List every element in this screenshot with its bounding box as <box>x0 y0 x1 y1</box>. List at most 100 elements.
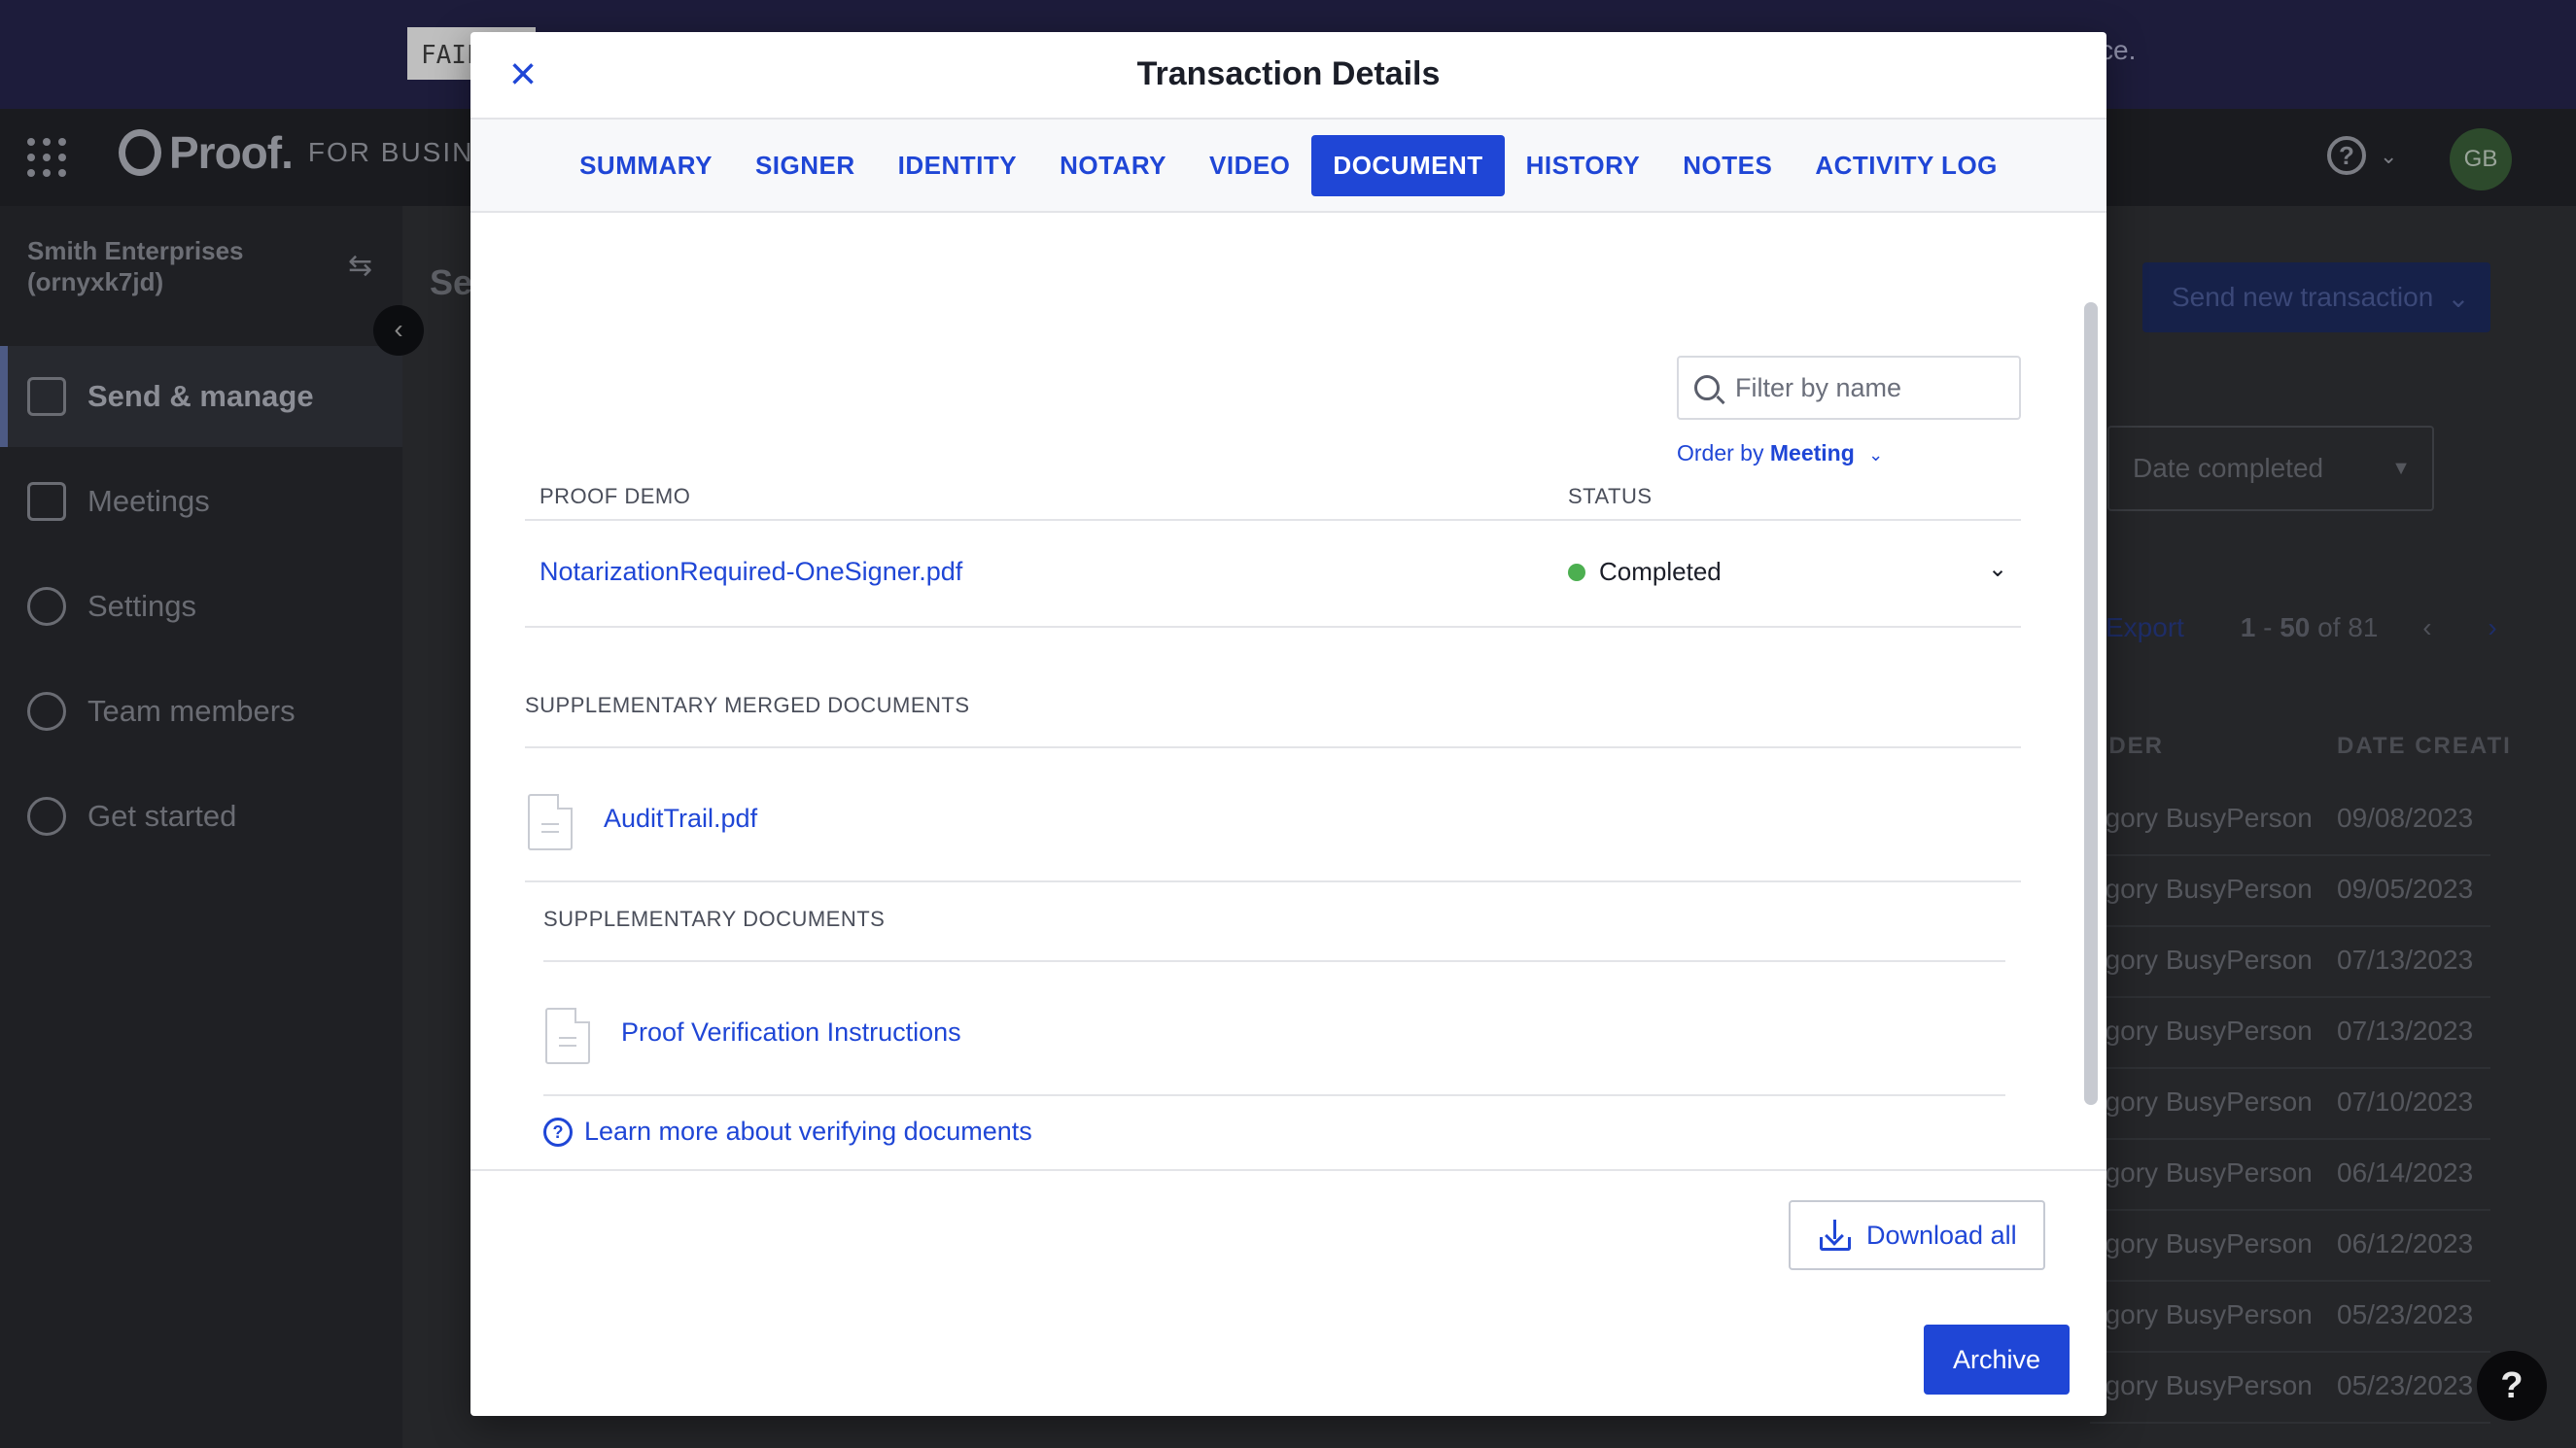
sidebar-item-get-started[interactable]: Get started <box>0 766 402 867</box>
sidebar: Smith Enterprises (ornyxk7jd) ⇆ Send & m… <box>0 206 402 1448</box>
tab-identity[interactable]: IDENTITY <box>877 135 1038 196</box>
caret-down-icon: ▼ <box>2391 457 2411 479</box>
rocket-icon <box>27 797 66 836</box>
tab-summary[interactable]: SUMMARY <box>558 135 734 196</box>
table-row[interactable]: egory BusyPerson 06/12/2023 <box>2090 1211 2490 1282</box>
modal-tabs: SUMMARY SIGNER IDENTITY NOTARY VIDEO DOC… <box>470 120 2106 213</box>
page-total: 81 <box>2348 612 2379 642</box>
table-row[interactable]: egory BusyPerson 05/23/2023 <box>2090 1282 2490 1353</box>
divider <box>525 519 2021 521</box>
table-row[interactable]: egory BusyPerson 07/13/2023 <box>2090 927 2490 998</box>
divider <box>525 880 2021 882</box>
sidebar-item-meetings[interactable]: Meetings <box>0 451 402 552</box>
table-row[interactable]: egory BusyPerson 07/13/2023 <box>2090 998 2490 1069</box>
supplementary-documents-label: SUPPLEMENTARY DOCUMENTS <box>543 907 886 931</box>
sidebar-item-send-manage[interactable]: Send & manage <box>0 346 402 447</box>
status-text: Completed <box>1599 557 1722 586</box>
table-row[interactable]: egory BusyPerson 05/23/2023 <box>2090 1353 2490 1424</box>
avatar[interactable]: GB <box>2450 128 2512 190</box>
switch-organization-icon[interactable]: ⇆ <box>348 249 372 283</box>
row-date: 05/23/2023 <box>2337 1299 2474 1329</box>
page-title: Se <box>430 262 473 302</box>
tab-video[interactable]: VIDEO <box>1188 135 1311 196</box>
collapse-sidebar-button[interactable]: ‹ <box>373 305 424 356</box>
send-new-label: Send new transaction <box>2172 282 2434 312</box>
sidebar-item-label: Team members <box>87 694 296 728</box>
table-row[interactable]: egory BusyPerson 06/14/2023 <box>2090 1140 2490 1211</box>
tab-document[interactable]: DOCUMENT <box>1311 134 1505 196</box>
download-all-button[interactable]: Download all <box>1789 1200 2045 1270</box>
sidebar-item-settings[interactable]: Settings <box>0 556 402 657</box>
help-icon[interactable]: ? <box>2327 136 2366 175</box>
filter-input[interactable] <box>1735 372 2007 403</box>
sidebar-item-team-members[interactable]: Team members <box>0 661 402 762</box>
verification-instructions-link[interactable]: Proof Verification Instructions <box>621 1017 961 1048</box>
search-icon <box>1694 375 1720 400</box>
learn-more-text: Learn more about verifying documents <box>584 1117 1032 1146</box>
sidebar-item-label: Meetings <box>87 484 210 518</box>
tab-notes[interactable]: NOTES <box>1661 135 1793 196</box>
row-date: 07/13/2023 <box>2337 945 2474 975</box>
supplementary-merged-label: SUPPLEMENTARY MERGED DOCUMENTS <box>525 693 970 717</box>
row-date: 09/05/2023 <box>2337 874 2474 904</box>
order-by-value: Meeting <box>1769 440 1855 465</box>
date-filter-select[interactable]: Date completed ▼ <box>2107 426 2434 511</box>
tab-notary[interactable]: NOTARY <box>1038 135 1188 196</box>
download-icon <box>1820 1220 1851 1251</box>
send-new-transaction-button[interactable]: Send new transaction ⌄ <box>2142 262 2490 332</box>
row-sender: egory BusyPerson <box>2090 1370 2313 1400</box>
organization-name: Smith Enterprises (ornyxk7jd) <box>27 236 244 296</box>
expand-row-chevron-icon[interactable]: ⌄ <box>1983 555 2012 584</box>
chevron-down-icon: ⌄ <box>1868 445 1884 465</box>
modal-footer: Download all Archive <box>470 1169 2106 1416</box>
filter-by-name-field[interactable] <box>1677 356 2021 420</box>
app-grid-icon[interactable] <box>27 138 66 177</box>
pagination: Export 1 - 50 of 81 ‹ › <box>2106 612 2497 642</box>
tab-activity-log[interactable]: ACTIVITY LOG <box>1793 135 2019 196</box>
status-dot-icon <box>1568 563 1585 581</box>
sidebar-item-label: Settings <box>87 589 197 623</box>
row-sender: egory BusyPerson <box>2090 945 2313 975</box>
modal-title: Transaction Details <box>1136 55 1441 92</box>
status-badge: Completed <box>1568 557 1722 587</box>
row-sender: egory BusyPerson <box>2090 803 2313 833</box>
export-link[interactable]: Export <box>2106 612 2184 642</box>
archive-button[interactable]: Archive <box>1924 1325 2070 1395</box>
gear-icon <box>27 587 66 626</box>
help-button[interactable]: ? <box>2477 1351 2547 1421</box>
learn-more-link[interactable]: ? Learn more about verifying documents <box>543 1117 1032 1147</box>
divider <box>543 1094 2005 1096</box>
transaction-details-modal: × Transaction Details SUMMARY SIGNER IDE… <box>470 32 2106 1416</box>
dashboard-icon <box>27 377 66 416</box>
chevron-down-icon: ⌄ <box>2447 282 2470 313</box>
row-sender: egory BusyPerson <box>2090 874 2313 904</box>
download-all-label: Download all <box>1866 1220 2017 1250</box>
row-sender: egory BusyPerson <box>2090 1016 2313 1046</box>
next-page-icon[interactable]: › <box>2488 612 2496 642</box>
page-start: 1 <box>2240 612 2256 642</box>
divider <box>543 960 2005 962</box>
column-header-document: PROOF DEMO <box>540 484 691 508</box>
document-link[interactable]: NotarizationRequired-OneSigner.pdf <box>540 557 962 587</box>
row-sender: egory BusyPerson <box>2090 1086 2313 1117</box>
row-sender: egory BusyPerson <box>2090 1157 2313 1188</box>
row-date: 05/23/2023 <box>2337 1370 2474 1400</box>
modal-body: Order by Meeting ⌄ PROOF DEMO STATUS Not… <box>470 215 2106 1169</box>
table-row[interactable]: egory BusyPerson 09/08/2023 <box>2090 785 2490 856</box>
proof-logo-mark-icon <box>119 129 161 176</box>
scrollbar[interactable] <box>2084 302 2098 1105</box>
calendar-icon <box>27 482 66 521</box>
row-date: 09/08/2023 <box>2337 803 2474 833</box>
prev-page-icon[interactable]: ‹ <box>2422 612 2431 642</box>
table-row[interactable]: egory BusyPerson 09/05/2023 <box>2090 856 2490 927</box>
tab-signer[interactable]: SIGNER <box>734 135 877 196</box>
table-row[interactable]: egory BusyPerson 07/10/2023 <box>2090 1069 2490 1140</box>
row-sender: egory BusyPerson <box>2090 1299 2313 1329</box>
row-date: 07/10/2023 <box>2337 1086 2474 1117</box>
column-header-date-created[interactable]: DATE CREATI <box>2337 733 2512 760</box>
order-by-dropdown[interactable]: Order by Meeting ⌄ <box>1677 440 1883 466</box>
scrollbar-thumb[interactable] <box>2084 302 2098 1105</box>
audit-trail-link[interactable]: AuditTrail.pdf <box>604 804 757 834</box>
chevron-down-icon[interactable]: ⌄ <box>2380 144 2397 169</box>
tab-history[interactable]: HISTORY <box>1505 135 1662 196</box>
